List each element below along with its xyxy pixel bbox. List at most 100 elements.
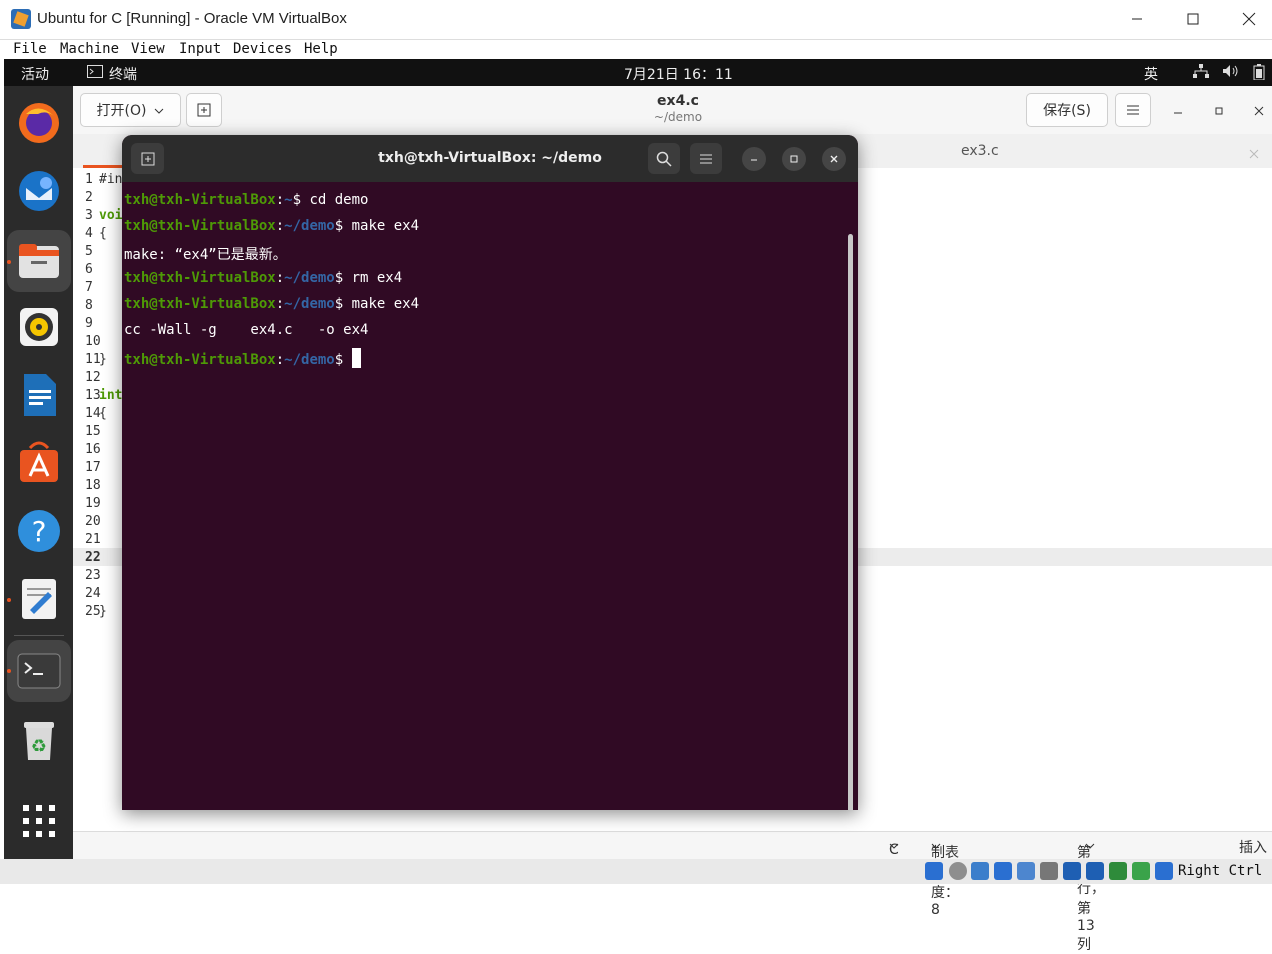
language-selector[interactable]: C	[889, 837, 899, 858]
line-number: 17	[85, 460, 101, 475]
terminal-maximize-button[interactable]	[782, 147, 806, 171]
command-output: cc -Wall -g ex4.c -o ex4	[124, 322, 369, 338]
thunderbird-icon[interactable]	[14, 166, 64, 216]
window-title: Ubuntu for C [Running] - Oracle VM Virtu…	[37, 10, 347, 27]
save-button[interactable]: 保存(S)	[1026, 93, 1108, 127]
terminal-header-bar: txh@txh-VirtualBox: ~/demo	[122, 135, 858, 182]
editor-close-button[interactable]	[1253, 102, 1265, 121]
files-icon[interactable]	[7, 230, 71, 292]
volume-icon[interactable]	[1222, 64, 1240, 82]
help-icon[interactable]: ?	[14, 506, 64, 556]
keyboard-capture-icon[interactable]	[1155, 862, 1173, 880]
terminal-output[interactable]: txh@txh-VirtualBox:~$ cd demo txh@txh-Vir…	[122, 182, 858, 810]
cursor-position-selector[interactable]: 第 22 行，第 13 列	[1077, 837, 1105, 953]
display-icon[interactable]	[1063, 862, 1081, 880]
network-adapter-icon[interactable]	[994, 862, 1012, 880]
prompt-path: ~/demo	[284, 296, 335, 312]
maximize-button[interactable]	[1170, 4, 1216, 34]
video-capture-icon[interactable]	[1086, 862, 1104, 880]
line-number: 22	[85, 550, 101, 565]
prompt-path: ~/demo	[284, 218, 335, 234]
hard-disk-icon[interactable]	[925, 862, 943, 880]
terminal-line: txh@txh-VirtualBox:~/demo$ make ex4	[124, 218, 420, 234]
minimize-button[interactable]	[1114, 4, 1160, 34]
ubuntu-top-bar: 活动 终端 7月21日 16：11 英	[4, 59, 1272, 86]
clock[interactable]: 7月21日 16：11	[624, 64, 733, 84]
editor-header-bar: 打开(O) ex4.c ~/demo 保存(S)	[73, 86, 1272, 135]
running-indicator	[7, 669, 11, 673]
code-line: #in	[99, 172, 123, 187]
host-menu-bar: File Machine View Input Devices Help	[0, 39, 1272, 60]
menu-view[interactable]: View	[131, 41, 165, 57]
editor-minimize-button[interactable]	[1172, 102, 1184, 121]
line-number: 6	[85, 262, 93, 277]
line-number: 23	[85, 568, 101, 583]
optical-drive-icon[interactable]	[949, 862, 967, 880]
app-grid-icon[interactable]	[14, 796, 64, 846]
guest-additions-icon[interactable]	[1109, 862, 1127, 880]
open-label: 打开(O)	[96, 103, 147, 119]
command-output: make: “ex4”已是最新。	[124, 247, 287, 263]
prompt-user: txh@txh-VirtualBox	[124, 192, 276, 208]
shared-folders-icon[interactable]	[1040, 862, 1058, 880]
trash-icon[interactable]: ♻	[14, 714, 64, 764]
code-line: }	[99, 352, 107, 367]
line-number: 18	[85, 478, 101, 493]
tab-width-selector[interactable]: 制表符宽度：8	[931, 837, 959, 918]
line-number: 19	[85, 496, 101, 511]
command-text: $ make ex4	[334, 218, 420, 234]
editor-maximize-button[interactable]	[1213, 102, 1225, 121]
line-number: 12	[85, 370, 101, 385]
audio-icon[interactable]	[971, 862, 989, 880]
firefox-icon[interactable]	[14, 98, 64, 148]
open-button[interactable]: 打开(O)	[80, 93, 181, 127]
new-tab-button[interactable]	[186, 93, 222, 127]
code-line: int	[99, 388, 123, 403]
line-number: 7	[85, 280, 93, 295]
cpu-icon[interactable]	[1132, 862, 1150, 880]
battery-icon[interactable]	[1253, 64, 1265, 84]
terminal-close-button[interactable]	[822, 147, 846, 171]
dock-separator	[14, 635, 64, 636]
search-button[interactable]	[648, 143, 680, 174]
host-title-bar: Ubuntu for C [Running] - Oracle VM Virtu…	[0, 0, 1272, 39]
new-tab-icon	[197, 103, 211, 117]
menu-machine[interactable]: Machine	[60, 41, 119, 57]
command-text: $	[334, 352, 352, 368]
prompt-path: ~/demo	[284, 352, 335, 368]
menu-devices[interactable]: Devices	[233, 41, 292, 57]
terminal-window: txh@txh-VirtualBox: ~/demo txh@txh-Virtu…	[122, 135, 858, 810]
text-editor-icon[interactable]	[14, 574, 64, 624]
software-icon[interactable]	[14, 438, 64, 488]
running-indicator	[7, 260, 11, 264]
terminal-scrollbar[interactable]	[848, 234, 853, 810]
prompt-user: txh@txh-VirtualBox	[124, 296, 276, 312]
search-icon	[656, 151, 672, 167]
terminal-menu-button[interactable]	[690, 143, 722, 174]
writer-icon[interactable]	[14, 370, 64, 420]
tab-ex3[interactable]: ex3.c	[961, 143, 999, 159]
terminal-icon[interactable]	[7, 640, 71, 702]
line-number: 21	[85, 532, 101, 547]
input-method-indicator[interactable]: 英	[1144, 64, 1158, 84]
terminal-minimize-button[interactable]	[742, 147, 766, 171]
rhythmbox-icon[interactable]	[14, 302, 64, 352]
menu-help[interactable]: Help	[304, 41, 338, 57]
usb-icon[interactable]	[1017, 862, 1035, 880]
host-status-bar: Right Ctrl	[0, 859, 1272, 884]
line-number: 16	[85, 442, 101, 457]
code-line: }	[99, 604, 107, 619]
tab-close-icon[interactable]	[1249, 144, 1259, 163]
menu-input[interactable]: Input	[179, 41, 221, 57]
line-number: 15	[85, 424, 101, 439]
terminal-app-icon	[87, 64, 103, 80]
menu-file[interactable]: File	[13, 41, 47, 57]
hamburger-menu-button[interactable]	[1115, 93, 1151, 127]
editor-status-bar: C 制表符宽度：8 第 22 行，第 13 列 插入	[73, 831, 1272, 953]
activities-button[interactable]: 活动	[21, 64, 49, 84]
file-path: ~/demo	[653, 110, 703, 124]
app-menu-label[interactable]: 终端	[109, 64, 137, 84]
close-button[interactable]	[1226, 4, 1272, 34]
network-icon[interactable]	[1193, 64, 1209, 82]
menu-icon	[700, 154, 712, 163]
